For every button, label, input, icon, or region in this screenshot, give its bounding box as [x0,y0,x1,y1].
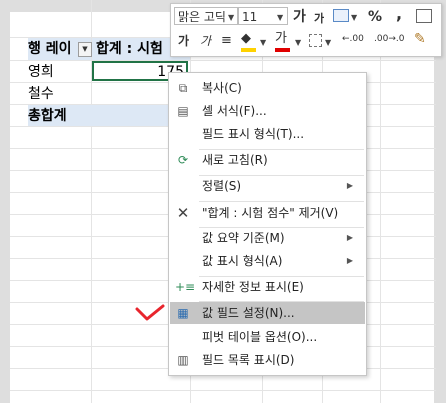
field-list-icon: ▥ [177,353,189,367]
shrink-font-button[interactable]: 가 [314,10,324,28]
row-label-cell[interactable]: 철수 [28,83,91,105]
context-menu: ⧉ 복사(C) ▤ 셀 서식(F)... 필드 표시 형식(T)... ⟳ 새로… [168,72,367,376]
fill-color-bar [241,48,256,52]
filter-dropdown-icon[interactable]: ▼ [78,42,92,57]
menu-item-show-values-as[interactable]: 값 표시 형식(A) ▶ [170,250,365,272]
row-labels-text: 행 레이 [28,41,72,57]
increase-decimal-button[interactable]: ←.00 [342,33,364,45]
menu-item-number-format[interactable]: 필드 표시 형식(T)... [170,123,365,145]
menu-item-copy[interactable]: ⧉ 복사(C) [170,77,365,99]
check-mark-annotation [135,304,165,321]
submenu-arrow-icon: ▶ [346,256,353,265]
format-painter-icon[interactable]: ✎ [414,30,426,48]
show-details-icon: +≡ [175,280,196,294]
menu-item-pivot-options[interactable]: 피벗 테이블 옵션(O)... [170,326,365,348]
submenu-arrow-icon: ▶ [346,181,353,190]
menu-item-value-field-settings[interactable]: ▦ 값 필드 설정(N)... [170,302,365,324]
accounting-format-icon[interactable] [333,9,349,22]
refresh-icon: ⟳ [177,153,189,167]
mini-toolbar: 맑은 고딕 ▼ 11 ▼ 가 가 ▼ % , 가 가 ≡ ◆ ▼ 가 ▼ ▼ ←… [170,3,442,57]
fill-color-icon[interactable]: ◆ [241,30,251,48]
menu-item-show-details[interactable]: +≡ 자세한 정보 표시(E) [170,276,365,298]
italic-button[interactable]: 가 [200,32,211,50]
align-center-icon[interactable]: ≡ [221,32,232,50]
chevron-down-icon[interactable]: ▼ [260,38,266,47]
menu-item-remove-field[interactable]: ✕ "합계 : 시험 점수" 제거(V) [170,202,365,224]
font-color-bar [275,48,290,52]
chevron-down-icon[interactable]: ▼ [228,13,234,22]
font-size-value: 11 [242,10,258,24]
bold-button[interactable]: 가 [178,32,189,50]
format-table-icon[interactable] [416,9,432,23]
remove-icon: ✕ [176,204,190,222]
borders-icon[interactable] [309,34,322,47]
format-cells-icon: ▤ [177,104,189,118]
menu-item-format-cells[interactable]: ▤ 셀 서식(F)... [170,100,365,122]
font-color-button[interactable]: 가 [275,30,287,48]
menu-item-refresh[interactable]: ⟳ 새로 고침(R) [170,149,365,171]
decrease-decimal-button[interactable]: .00→.0 [374,33,404,45]
percent-style-button[interactable]: % [368,8,382,26]
submenu-arrow-icon: ▶ [346,233,353,242]
font-name-value: 맑은 고딕 [178,10,226,24]
chevron-down-icon[interactable]: ▼ [295,38,301,47]
chevron-down-icon[interactable]: ▼ [351,13,357,22]
field-settings-icon: ▦ [177,306,189,320]
row-label-cell[interactable]: 영희 [28,61,91,83]
grand-total-label[interactable]: 총합계 [28,105,91,126]
left-margin [0,0,10,403]
chevron-down-icon[interactable]: ▼ [277,13,283,22]
menu-item-summarize-by[interactable]: 값 요약 기준(M) ▶ [170,227,365,249]
chevron-down-icon[interactable]: ▼ [325,38,331,47]
menu-item-show-field-list[interactable]: ▥ 필드 목록 표시(D) [170,349,365,371]
menu-item-sort[interactable]: 정렬(S) ▶ [170,175,365,197]
comma-style-button[interactable]: , [396,5,402,23]
grow-font-button[interactable]: 가 [293,8,306,26]
copy-icon: ⧉ [178,81,188,95]
grid-row-line [10,390,436,391]
